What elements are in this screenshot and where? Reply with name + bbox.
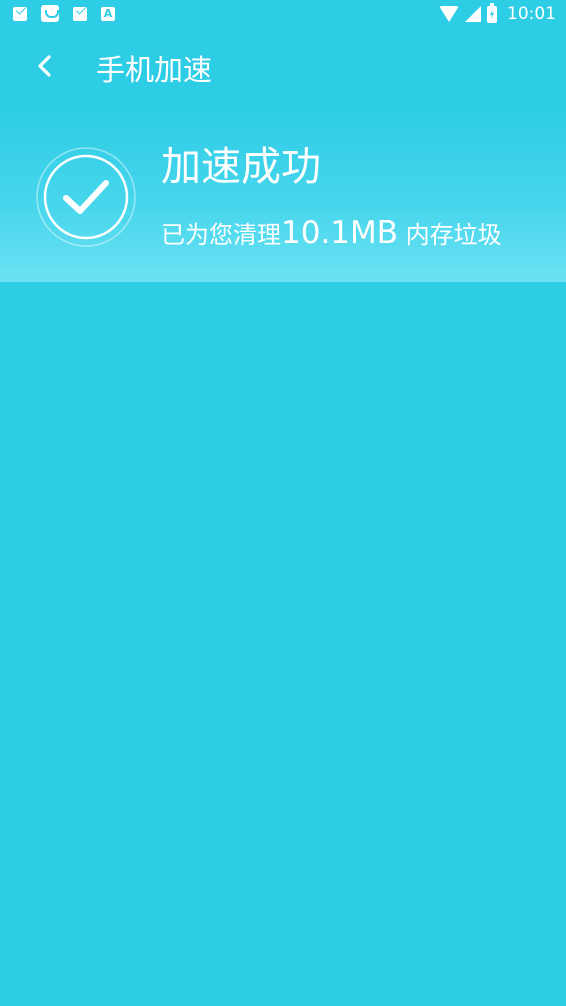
page-title: 手机加速 (96, 53, 213, 87)
notification-icons (13, 5, 115, 22)
result-title: 加速成功 (161, 144, 321, 190)
result-description: 已为您清理10.1MB 内存垃圾 (161, 213, 502, 255)
mail-icon (73, 6, 87, 21)
mail-icon (13, 6, 27, 21)
cleaned-amount: 10.1MB (281, 215, 399, 251)
chevron-left-icon (38, 55, 51, 77)
status-time: 10:01 (507, 4, 556, 24)
system-icons: 10:01 (439, 2, 556, 25)
battery-charging-icon (487, 2, 497, 23)
result-desc-suffix: 内存垃圾 (398, 221, 502, 249)
check-circle-icon (35, 146, 137, 248)
toolbar: 手机加速 (0, 30, 566, 110)
signal-icon (465, 6, 481, 22)
result-desc-prefix: 已为您清理 (161, 221, 281, 249)
status-bar: 10:01 (0, 0, 566, 30)
app-store-icon (101, 6, 115, 21)
back-button[interactable] (24, 46, 64, 86)
wifi-icon (439, 6, 459, 22)
result-header: 加速成功 已为您清理10.1MB 内存垃圾 (0, 110, 566, 282)
shopping-bag-icon (41, 5, 59, 22)
